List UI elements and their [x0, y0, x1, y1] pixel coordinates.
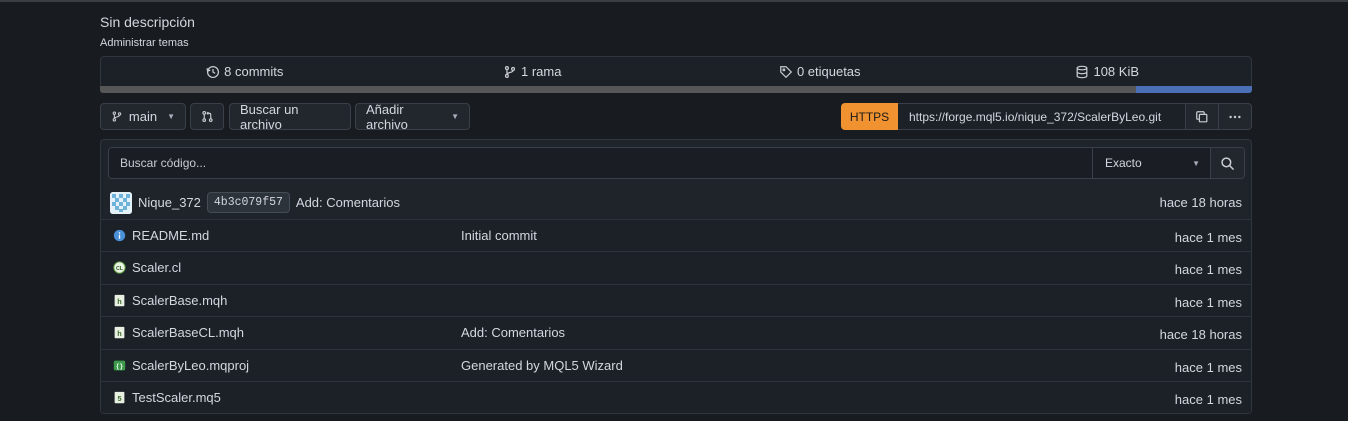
svg-text:h: h	[117, 329, 121, 338]
repo-description: Sin descripción	[100, 14, 195, 30]
https-protocol-button[interactable]: HTTPS	[841, 103, 898, 130]
file-list: README.md Initial commit hace 1 mes CL S…	[100, 219, 1252, 415]
identicon-icon	[110, 191, 132, 214]
file-time: hace 1 mes	[1174, 391, 1242, 407]
branches-count: 1 rama	[521, 64, 562, 79]
json-file-icon: {}	[113, 360, 126, 370]
find-file-label: Buscar un archivo	[240, 101, 299, 132]
language-segment-1	[100, 86, 1136, 93]
file-time: hace 1 mes	[1174, 230, 1242, 245]
tag-icon	[780, 65, 793, 78]
commit-message[interactable]: Add: Comentarios	[296, 195, 400, 210]
file-row-scaler-cl[interactable]: CL Scaler.cl hace 1 mes	[101, 251, 1251, 284]
file-row-scalerbasecl[interactable]: h ScalerBaseCL.mqh Add: Comentarios hace…	[101, 316, 1251, 349]
file-row-scalerbase[interactable]: h ScalerBase.mqh hace 1 mes	[101, 283, 1251, 317]
branches-stat[interactable]: 1 rama	[389, 57, 677, 86]
history-icon	[206, 65, 220, 78]
clone-url-field[interactable]: https://forge.mql5.io/nique_372/ScalerBy…	[898, 103, 1186, 130]
search-button[interactable]	[1210, 148, 1244, 178]
compare-button[interactable]	[190, 103, 224, 130]
more-options-button[interactable]	[1219, 103, 1252, 130]
language-bar	[100, 86, 1252, 93]
size-stat: 108 KiB	[964, 57, 1252, 86]
clone-panel: HTTPS https://forge.mql5.io/nique_372/Sc…	[841, 103, 1252, 130]
add-file-label: Añadir archivo	[366, 101, 408, 132]
file-commit-message[interactable]: Initial commit	[461, 228, 537, 243]
file-name[interactable]: ScalerByLeo.mqproj	[132, 358, 249, 373]
commits-stat[interactable]: 8 commits	[101, 57, 389, 86]
database-icon	[1077, 65, 1088, 78]
search-mode-value: Exacto	[1105, 156, 1142, 170]
file-name[interactable]: TestScaler.mq5	[132, 390, 221, 405]
svg-text:{}: {}	[116, 363, 124, 370]
h-file-icon: h	[114, 326, 125, 339]
cl-file-icon: CL	[113, 261, 126, 275]
info-icon	[113, 229, 126, 242]
file-name[interactable]: README.md	[132, 228, 209, 243]
code-search-panel: Exacto ▼	[100, 139, 1252, 186]
copy-icon	[1196, 110, 1208, 122]
chevron-down-icon: ▼	[451, 112, 459, 121]
file-row-readme[interactable]: README.md Initial commit hace 1 mes	[101, 219, 1251, 252]
latest-commit-row: Nique_372 4b3c079f57 Add: Comentarios ha…	[100, 186, 1252, 219]
commit-time: hace 18 horas	[1159, 195, 1242, 210]
file-commit-message[interactable]: Generated by MQL5 Wizard	[461, 358, 623, 373]
file-time: hace 1 mes	[1174, 359, 1242, 375]
file-row-mqproj[interactable]: {} ScalerByLeo.mqproj Generated by MQL5 …	[101, 348, 1251, 381]
branch-name: main	[128, 109, 158, 124]
h-file-icon: h	[114, 294, 125, 306]
add-file-dropdown[interactable]: Añadir archivo ▼	[355, 101, 470, 132]
kebab-horizontal-icon	[1229, 115, 1241, 118]
chevron-down-icon: ▼	[167, 112, 175, 121]
svg-text:CL: CL	[116, 266, 124, 272]
file-time: hace 1 mes	[1174, 262, 1242, 278]
search-mode-select[interactable]: Exacto ▼	[1092, 148, 1210, 178]
svg-text:h: h	[117, 297, 121, 306]
avatar[interactable]	[110, 191, 132, 214]
copy-url-button[interactable]	[1186, 103, 1219, 130]
code-search-form: Exacto ▼	[108, 147, 1245, 179]
code-search-input[interactable]	[109, 148, 1092, 178]
file-name[interactable]: ScalerBaseCL.mqh	[132, 325, 244, 340]
tags-count: 0 etiquetas	[796, 64, 861, 79]
commit-sha[interactable]: 4b3c079f57	[206, 192, 290, 213]
file-row-testscaler[interactable]: 5 TestScaler.mq5 hace 1 mes	[101, 380, 1251, 414]
repo-stats-bar: 8 commits 1 rama 0 etiquetas 108 KiB	[100, 56, 1252, 86]
file-name[interactable]: Scaler.cl	[132, 260, 181, 275]
chevron-down-icon: ▼	[1192, 158, 1200, 168]
tags-stat[interactable]: 0 etiquetas	[676, 57, 964, 86]
branch-icon	[112, 111, 122, 122]
manage-topics-link[interactable]: Administrar temas	[100, 37, 189, 49]
repo-toolbar: main ▼ Buscar un archivo Añadir archivo …	[100, 101, 1252, 132]
branch-icon	[504, 65, 516, 78]
file-commit-message[interactable]: Add: Comentarios	[461, 325, 565, 340]
file-time: hace 18 horas	[1159, 327, 1242, 343]
language-segment-2	[1136, 86, 1252, 93]
commits-count: 8 commits	[224, 64, 284, 79]
find-file-button[interactable]: Buscar un archivo	[229, 101, 351, 132]
mq5-file-icon: 5	[114, 391, 125, 404]
pull-request-icon	[201, 110, 213, 123]
svg-text:5: 5	[117, 394, 121, 403]
search-icon	[1221, 156, 1234, 170]
file-name[interactable]: ScalerBase.mqh	[132, 293, 227, 308]
branch-selector[interactable]: main ▼	[100, 103, 186, 130]
repo-size: 108 KiB	[1093, 64, 1140, 79]
commit-author[interactable]: Nique_372	[138, 195, 201, 210]
top-border	[0, 0, 1348, 2]
file-time: hace 1 mes	[1174, 294, 1242, 310]
